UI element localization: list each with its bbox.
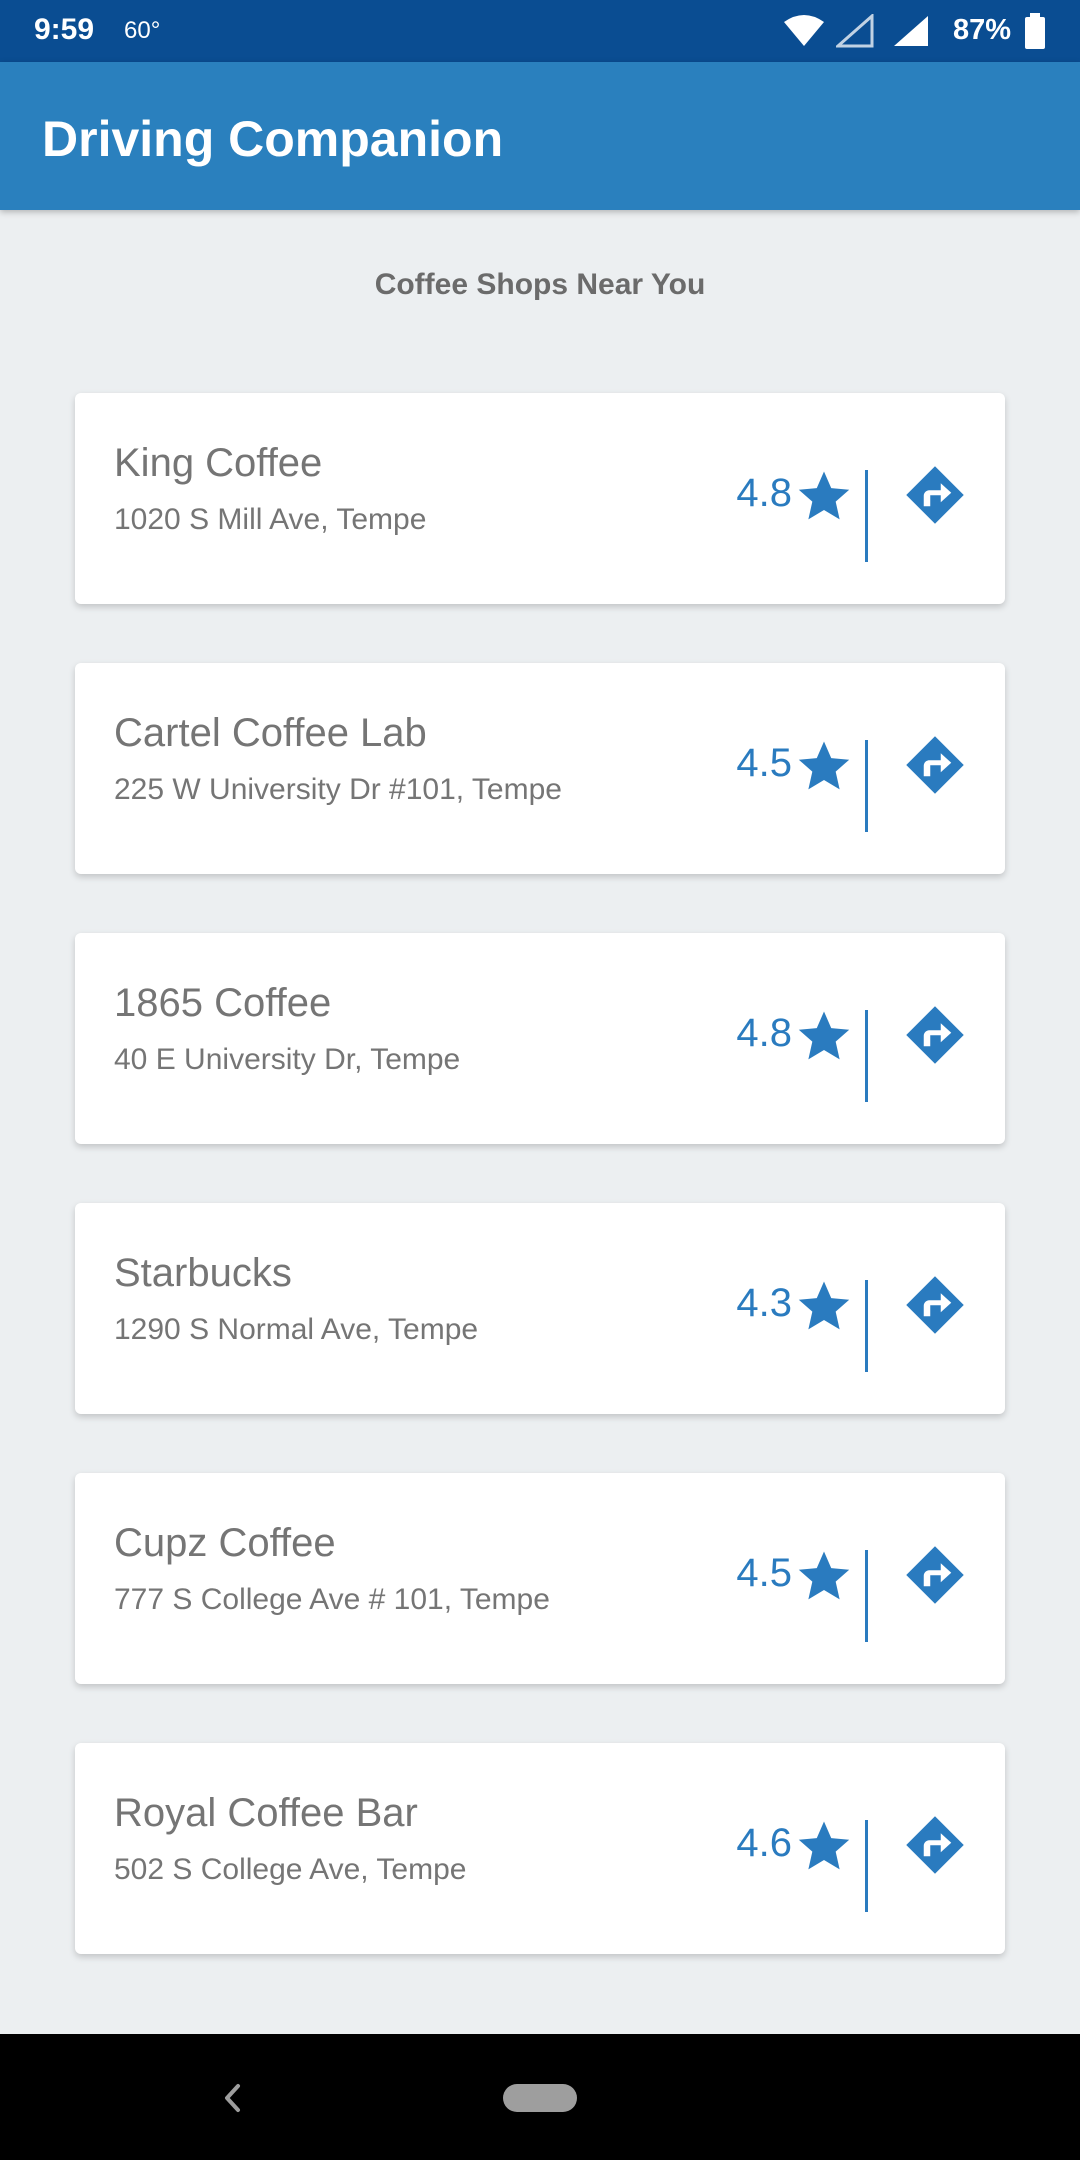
divider	[865, 740, 868, 832]
directions-icon[interactable]	[905, 465, 965, 525]
star-icon	[798, 741, 850, 790]
shop-address: 777 S College Ave # 101, Tempe	[114, 1583, 550, 1616]
battery-icon	[1025, 13, 1045, 49]
shop-address: 40 E University Dr, Tempe	[114, 1043, 461, 1076]
coffee-shop-list: King Coffee 1020 S Mill Ave, Tempe 4.8 C…	[75, 393, 1005, 2013]
shop-address: 1020 S Mill Ave, Tempe	[114, 503, 427, 536]
star-icon	[798, 1281, 850, 1330]
directions-icon[interactable]	[905, 1005, 965, 1065]
shop-rating: 4.5	[736, 741, 792, 785]
star-icon	[798, 1011, 850, 1060]
shop-rating: 4.5	[736, 1551, 792, 1595]
divider	[865, 1010, 868, 1102]
shop-name: 1865 Coffee	[114, 981, 332, 1025]
shop-name: Cupz Coffee	[114, 1521, 336, 1565]
signal-icon	[894, 16, 928, 46]
divider	[865, 1280, 868, 1372]
status-temperature: 60°	[124, 17, 161, 44]
directions-icon[interactable]	[905, 1815, 965, 1875]
shop-name: Cartel Coffee Lab	[114, 711, 427, 755]
shop-rating: 4.3	[736, 1281, 792, 1325]
shop-card[interactable]: 1865 Coffee 40 E University Dr, Tempe 4.…	[75, 933, 1005, 1144]
shop-address: 502 S College Ave, Tempe	[114, 1853, 467, 1886]
battery-percentage: 87%	[953, 14, 1012, 46]
shop-address: 1290 S Normal Ave, Tempe	[114, 1313, 479, 1346]
section-title: Coffee Shops Near You	[374, 268, 706, 301]
home-button[interactable]	[503, 2084, 577, 2112]
shop-rating: 4.8	[736, 471, 792, 515]
app-bar: Driving Companion	[0, 62, 1080, 210]
status-time: 9:59	[34, 13, 95, 46]
divider	[865, 1820, 868, 1912]
shop-card[interactable]: Cupz Coffee 777 S College Ave # 101, Tem…	[75, 1473, 1005, 1684]
shop-address: 225 W University Dr #101, Tempe	[114, 773, 562, 806]
back-icon[interactable]	[218, 2080, 248, 2116]
shop-card[interactable]: Cartel Coffee Lab 225 W University Dr #1…	[75, 663, 1005, 874]
divider	[865, 1550, 868, 1642]
star-icon	[798, 471, 850, 520]
divider	[865, 470, 868, 562]
shop-rating: 4.8	[736, 1011, 792, 1055]
star-icon	[798, 1821, 850, 1870]
shop-card[interactable]: Starbucks 1290 S Normal Ave, Tempe 4.3	[75, 1203, 1005, 1414]
shop-name: Starbucks	[114, 1251, 292, 1295]
status-bar: 9:59 60° 87%	[0, 0, 1080, 62]
shop-rating: 4.6	[736, 1821, 792, 1865]
directions-icon[interactable]	[905, 1275, 965, 1335]
signal-empty-icon	[836, 14, 874, 48]
shop-card[interactable]: King Coffee 1020 S Mill Ave, Tempe 4.8	[75, 393, 1005, 604]
directions-icon[interactable]	[905, 735, 965, 795]
shop-name: King Coffee	[114, 441, 323, 485]
directions-icon[interactable]	[905, 1545, 965, 1605]
star-icon	[798, 1551, 850, 1600]
shop-card[interactable]: Royal Coffee Bar 502 S College Ave, Temp…	[75, 1743, 1005, 1954]
shop-name: Royal Coffee Bar	[114, 1791, 418, 1835]
app-title: Driving Companion	[42, 111, 504, 167]
wifi-icon	[784, 15, 824, 46]
